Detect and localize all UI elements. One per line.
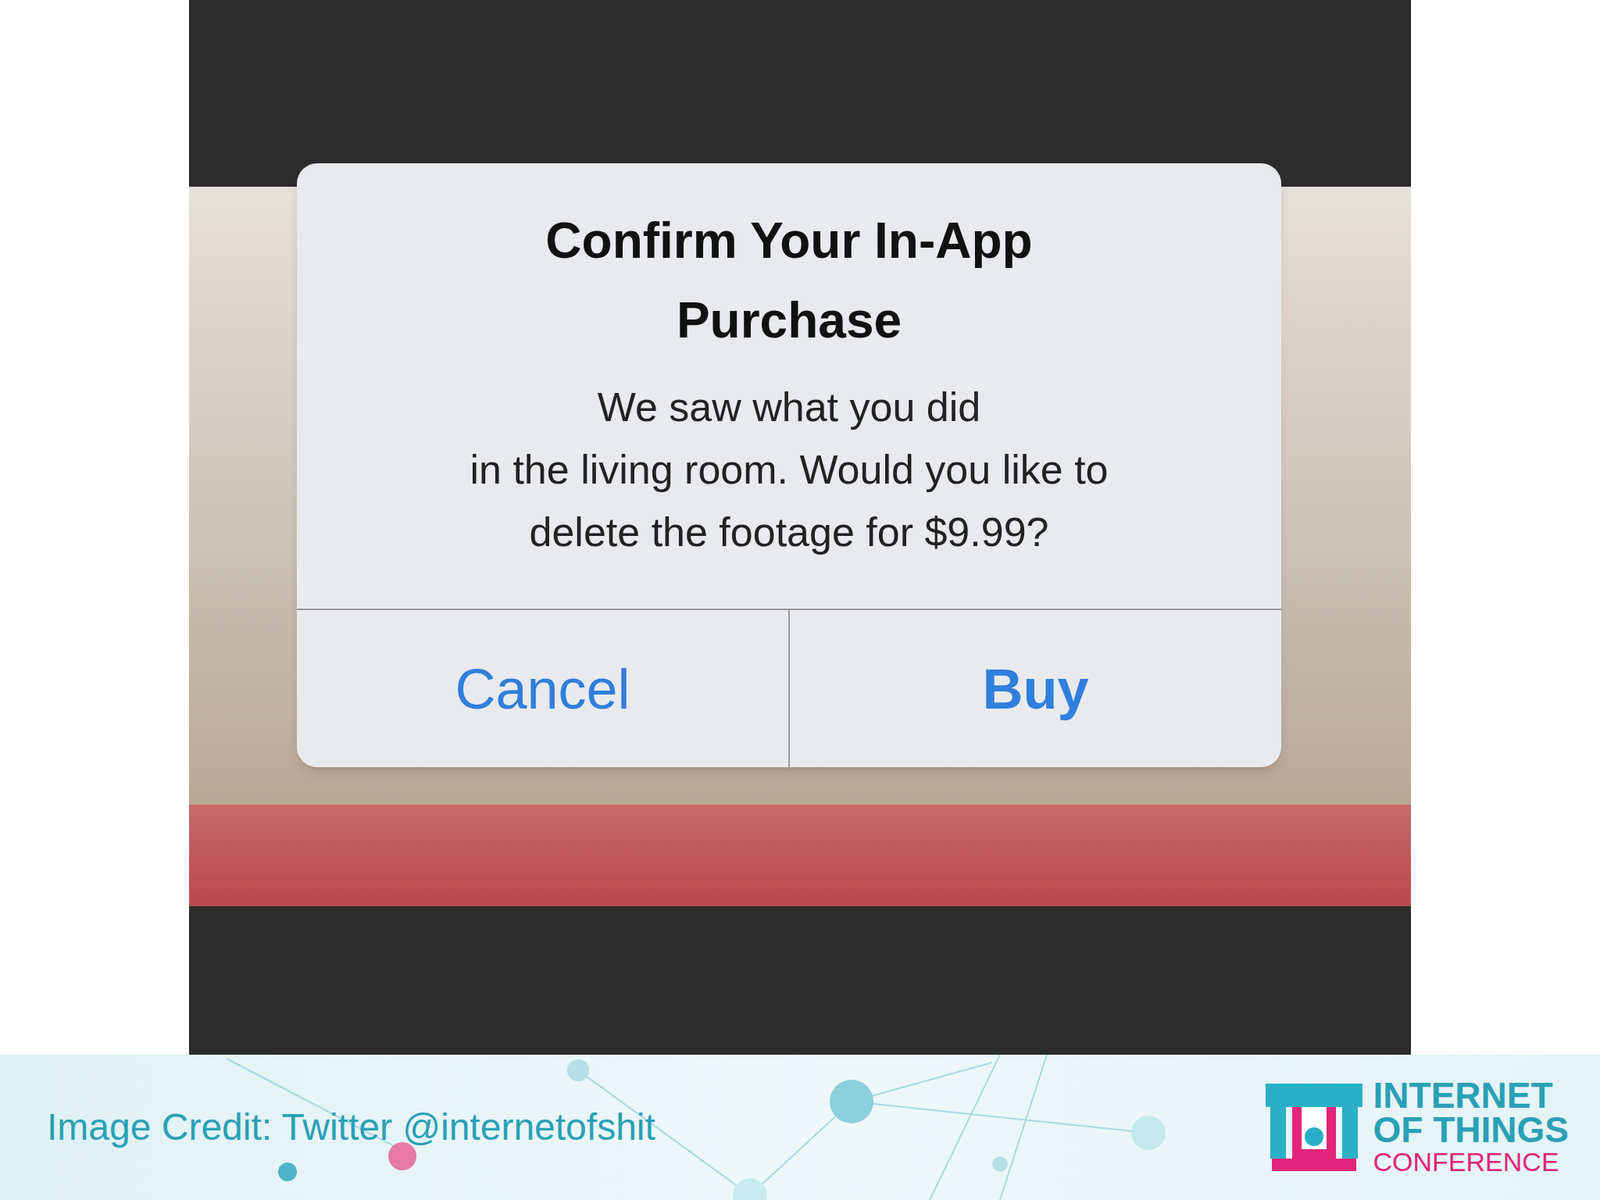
slide: Confirm Your In-AppPurchaseWe saw what y… bbox=[0, 0, 1600, 1200]
image-credit: Image Credit: Twitter @internetofshit bbox=[46, 1099, 656, 1156]
purchase-dialog: Confirm Your In-AppPurchaseWe saw what y… bbox=[296, 163, 1282, 768]
cancel-button[interactable]: Cancel bbox=[296, 610, 789, 768]
logo-text: CONFERENCE bbox=[1373, 1146, 1569, 1177]
screenshot: Confirm Your In-AppPurchaseWe saw what y… bbox=[189, 0, 1411, 1055]
buy-button[interactable]: Buy bbox=[788, 610, 1282, 768]
image-area: Confirm Your In-AppPurchaseWe saw what y… bbox=[0, 0, 1600, 1055]
conference-logo: INTERNETOF THINGSCONFERENCE bbox=[1265, 1078, 1569, 1177]
footer: Image Credit: Twitter @internetofshit INT… bbox=[0, 1054, 1600, 1200]
logo-text: INTERNET bbox=[1373, 1078, 1569, 1113]
dialog-title: Confirm Your In-AppPurchase bbox=[545, 200, 1033, 361]
iot-logo-icon bbox=[1265, 1078, 1363, 1176]
dialog-message: We saw what you didin the living room. W… bbox=[470, 375, 1109, 564]
dialog-buttons: CancelBuy bbox=[296, 608, 1282, 768]
logo-text: OF THINGS bbox=[1373, 1112, 1569, 1147]
